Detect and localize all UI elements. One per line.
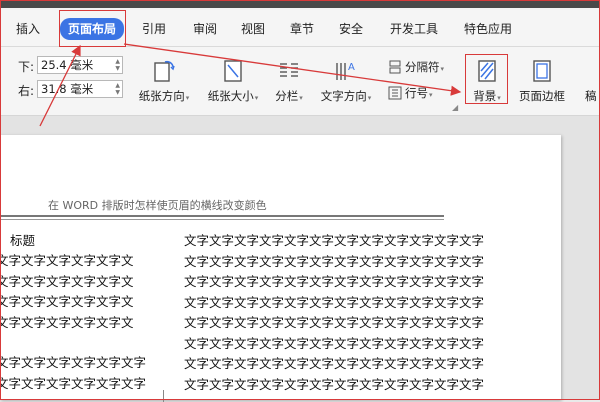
arrow-to-tab [39,44,81,127]
annotation-arrows [39,43,462,127]
arrow-to-background [123,43,462,96]
